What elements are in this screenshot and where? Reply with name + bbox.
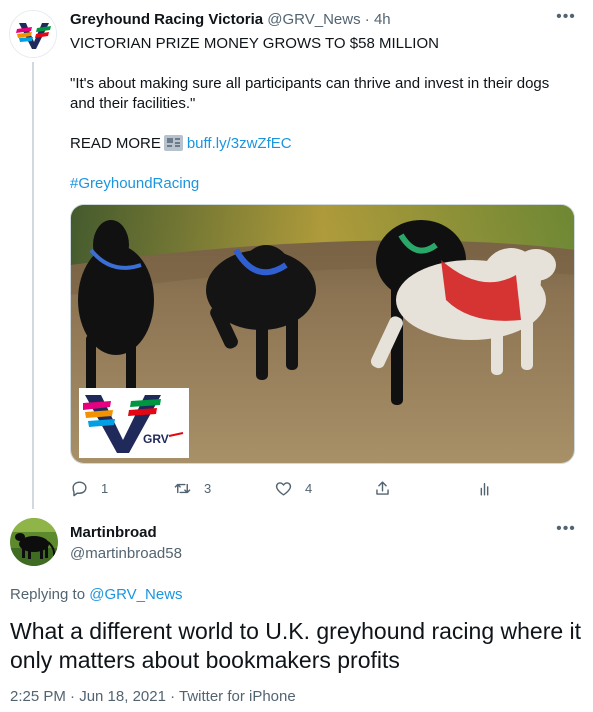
- share-button[interactable]: [373, 478, 404, 498]
- tweet-header: Greyhound Racing Victoria @GRV_News · 4h: [70, 11, 391, 28]
- retweet-button[interactable]: 3: [173, 478, 211, 498]
- retweet-icon: [174, 483, 191, 493]
- like-button[interactable]: 4: [274, 478, 312, 498]
- header-separator: ·: [364, 11, 370, 28]
- replying-to-link[interactable]: @GRV_News: [89, 586, 182, 603]
- reply-author-name[interactable]: Martinbroad: [70, 524, 157, 541]
- author-name[interactable]: Greyhound Racing Victoria: [70, 11, 263, 28]
- tweet-text: VICTORIAN PRIZE MONEY GROWS TO $58 MILLI…: [70, 34, 575, 194]
- reply-icon: [72, 480, 87, 496]
- more-icon[interactable]: •••: [556, 521, 576, 542]
- replying-prefix: Replying to: [10, 586, 86, 603]
- tweet-quote-line-1: "It's about making sure all participants…: [70, 75, 550, 92]
- reply-button[interactable]: 1: [70, 478, 108, 498]
- newspaper-icon: [163, 135, 183, 151]
- read-more-label: READ MORE: [70, 135, 161, 152]
- retweet-count: 3: [204, 480, 212, 496]
- grv-logo-icon: [10, 11, 56, 57]
- tweet-actions: 1 3 4: [70, 478, 510, 500]
- analytics-button[interactable]: [475, 478, 506, 498]
- author-handle[interactable]: @GRV_News: [267, 11, 360, 28]
- reply-author-handle[interactable]: @martinbroad58: [70, 545, 182, 562]
- more-icon[interactable]: •••: [556, 9, 576, 30]
- analytics-icon: [480, 482, 489, 496]
- grv-watermark-logo: GRV: [79, 388, 189, 458]
- thread-line: [32, 62, 34, 509]
- tweet-quote-line-2: and their facilities.": [70, 95, 196, 112]
- hashtag-link[interactable]: #GreyhoundRacing: [70, 174, 575, 194]
- like-icon: [275, 481, 292, 496]
- tweet-headline: VICTORIAN PRIZE MONEY GROWS TO $58 MILLI…: [70, 35, 439, 52]
- reply-count: 1: [101, 480, 109, 496]
- reply-meta[interactable]: 2:25 PM · Jun 18, 2021 · Twitter for iPh…: [10, 688, 296, 705]
- share-icon: [376, 480, 389, 495]
- tweet-time[interactable]: 4h: [374, 11, 391, 28]
- reply-text: What a different world to U.K. greyhound…: [10, 618, 582, 673]
- tweet-image[interactable]: GRV: [70, 204, 575, 464]
- article-link[interactable]: buff.ly/3zwZfEC: [187, 135, 292, 152]
- like-count: 4: [305, 480, 313, 496]
- grv-logo-text: GRV: [143, 432, 169, 446]
- grv-avatar[interactable]: [9, 10, 57, 58]
- martinbroad-avatar[interactable]: [10, 518, 58, 566]
- replying-to: Replying to @GRV_News: [10, 586, 183, 603]
